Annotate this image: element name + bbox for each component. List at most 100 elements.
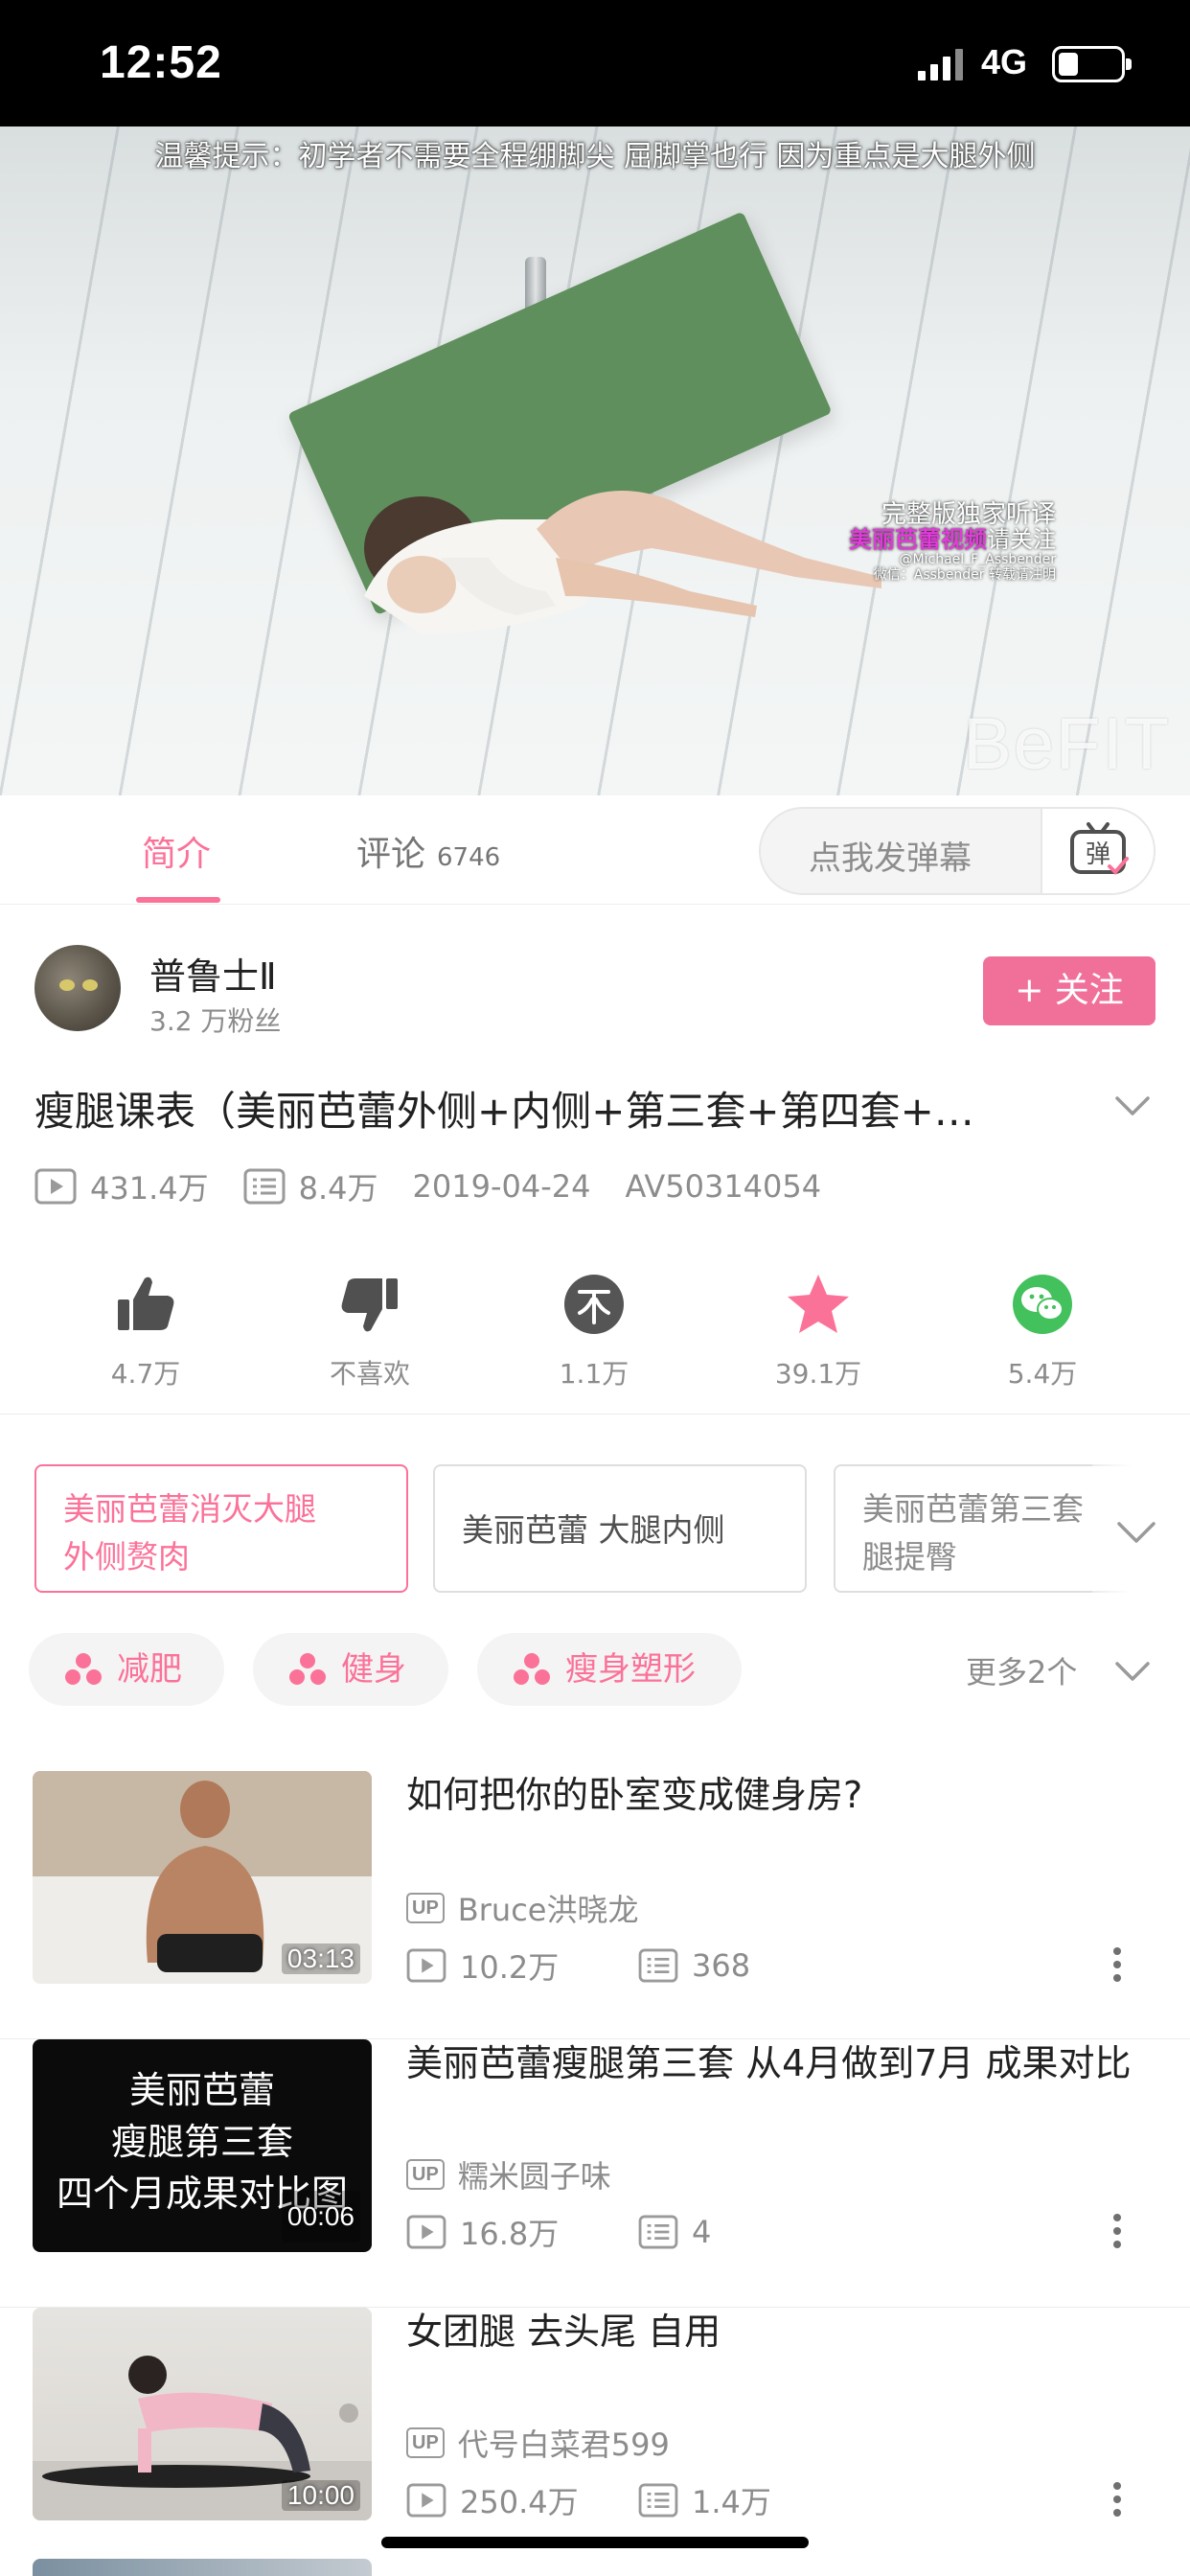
danmaku-char: 弹 xyxy=(1086,840,1110,869)
related-uploader-name: Bruce洪晓龙 xyxy=(457,1892,639,1928)
play-count-icon xyxy=(406,2483,446,2518)
uploader-name[interactable]: 普鲁士Ⅱ xyxy=(149,947,277,1000)
collection-card-1-line1: 美丽芭蕾消灭大腿 xyxy=(63,1490,316,1528)
duration-label: 00:06 xyxy=(281,2191,360,2242)
more-options-icon[interactable] xyxy=(1108,1944,1127,1986)
related-views: 16.8万 xyxy=(460,2216,560,2252)
related-video-2[interactable]: 美丽芭蕾 瘦腿第三套 四个月成果对比图 00:06 美丽芭蕾瘦腿第三套 从4月做… xyxy=(0,2039,1190,2308)
related-video-1[interactable]: 03:13 如何把你的卧室变成健身房? UP Bruce洪晓龙 10.2万 36… xyxy=(0,1771,1190,2039)
dislike-button[interactable]: 不喜欢 xyxy=(293,1271,446,1392)
collection-card-1[interactable]: 美丽芭蕾消灭大腿 外侧赘肉 xyxy=(34,1464,408,1593)
more-options-icon[interactable] xyxy=(1108,2210,1127,2252)
video-figure xyxy=(364,491,881,634)
related-danmaku: 368 xyxy=(692,1947,751,1984)
related-thumbnail[interactable]: 03:13 xyxy=(33,1771,372,1984)
detail-tabs: 简介 评论 6746 点我发弹幕 弹 xyxy=(0,795,1190,905)
video-player[interactable]: 温馨提示：初学者不需要全程绷脚尖 屈脚掌也行 因为重点是大腿外侧 完整版独家听译… xyxy=(0,126,1190,795)
home-indicator[interactable] xyxy=(381,2537,809,2548)
danmaku-input-box[interactable]: 点我发弹幕 弹 xyxy=(759,807,1156,895)
related-uploader[interactable]: UP 糯米圆子味 xyxy=(406,2152,611,2196)
chevron-down-icon[interactable] xyxy=(1113,1658,1152,1685)
status-time: 12:52 xyxy=(100,37,222,88)
channel-icon xyxy=(289,1653,326,1685)
related-meta: 10.2万 368 xyxy=(406,1944,750,1988)
related-uploader[interactable]: UP Bruce洪晓龙 xyxy=(406,1886,638,1930)
related-uploader-name: 代号白菜君599 xyxy=(457,2426,670,2463)
video-subtitle: 温馨提示：初学者不需要全程绷脚尖 屈脚掌也行 因为重点是大腿外侧 xyxy=(154,140,1036,173)
next-related-thumbnail[interactable] xyxy=(33,2559,372,2576)
watermark-line2-suffix: 请关注 xyxy=(987,526,1056,553)
share-count: 5.4万 xyxy=(1007,1358,1078,1390)
channel-icon xyxy=(65,1653,102,1685)
channel-pill-3[interactable]: 瘦身塑形 xyxy=(477,1633,742,1706)
watermark-line2: 美丽芭蕾视频 xyxy=(849,526,987,553)
tab-indicator xyxy=(136,897,220,903)
coin-button[interactable]: 1.1万 xyxy=(517,1271,671,1392)
chevron-down-icon[interactable] xyxy=(1115,1518,1157,1547)
video-title[interactable]: 瘦腿课表（美丽芭蕾外侧+内侧+第三套+第四套+… xyxy=(34,1079,1069,1138)
danmaku-count: 8.4万 xyxy=(298,1170,378,1207)
favorite-count: 39.1万 xyxy=(774,1358,862,1390)
related-danmaku: 4 xyxy=(692,2214,712,2250)
channel-pill-3-label: 瘦身塑形 xyxy=(565,1650,696,1689)
related-title[interactable]: 女团腿 去头尾 自用 xyxy=(406,2306,1134,2358)
danmaku-count-icon xyxy=(243,1168,286,1205)
more-options-icon[interactable] xyxy=(1108,2478,1127,2520)
related-thumbnail[interactable]: 10:00 xyxy=(33,2308,372,2520)
related-video-3[interactable]: 10:00 女团腿 去头尾 自用 UP 代号白菜君599 250.4万 1.4万 xyxy=(0,2308,1190,2576)
related-views: 10.2万 xyxy=(460,1949,560,1986)
channel-pill-1[interactable]: 减肥 xyxy=(29,1633,224,1706)
up-badge: UP xyxy=(406,2159,445,2190)
like-button[interactable]: 4.7万 xyxy=(69,1271,222,1392)
play-count-icon xyxy=(406,1948,446,1983)
thumbs-up-icon xyxy=(118,1276,174,1330)
action-row: 4.7万 不喜欢 1.1万 39.1万 5.4万 xyxy=(0,1271,1190,1414)
channel-pill-1-label: 减肥 xyxy=(117,1650,182,1689)
danmaku-count-icon xyxy=(638,2215,678,2249)
uploader-row: 普鲁士Ⅱ 3.2 万粉丝 + 关注 xyxy=(0,905,1190,1039)
comments-count: 6746 xyxy=(437,843,501,872)
signal-icon xyxy=(918,49,963,80)
wechat-icon xyxy=(1013,1275,1072,1334)
danmaku-input[interactable]: 点我发弹幕 xyxy=(809,832,972,879)
star-icon xyxy=(788,1275,849,1333)
tab-intro[interactable]: 简介 xyxy=(142,826,211,876)
up-badge: UP xyxy=(406,1893,445,1923)
related-title[interactable]: 如何把你的卧室变成健身房? xyxy=(406,1769,1134,1821)
tab-comments[interactable]: 评论 6746 xyxy=(356,826,500,876)
network-type: 4G xyxy=(981,42,1028,81)
thumbs-down-icon xyxy=(341,1278,398,1332)
danmaku-count-icon xyxy=(638,1948,678,1983)
channel-pill-2-label: 健身 xyxy=(341,1650,406,1689)
watermark-line3: @Michael_F_Assbender xyxy=(899,552,1056,567)
status-bar: 12:52 4G xyxy=(0,0,1190,126)
dislike-label: 不喜欢 xyxy=(329,1358,410,1390)
related-thumbnail[interactable]: 美丽芭蕾 瘦腿第三套 四个月成果对比图 00:06 xyxy=(33,2039,372,2252)
av-number: AV50314054 xyxy=(625,1168,822,1205)
more-channels-link[interactable]: 更多2个 xyxy=(966,1648,1077,1692)
like-count: 4.7万 xyxy=(110,1358,181,1390)
uploader-fans: 3.2 万粉丝 xyxy=(149,1005,282,1037)
befit-logo: BeFIT xyxy=(963,703,1171,785)
favorite-button[interactable]: 39.1万 xyxy=(742,1271,895,1392)
publish-date: 2019-04-24 xyxy=(412,1168,591,1205)
collection-card-2[interactable]: 美丽芭蕾 大腿内侧 xyxy=(433,1464,807,1593)
coin-count: 1.1万 xyxy=(559,1358,629,1390)
danmaku-count-icon xyxy=(638,2483,678,2518)
avatar[interactable] xyxy=(34,945,121,1031)
follow-button[interactable]: + 关注 xyxy=(983,956,1156,1025)
tab-comments-label: 评论 xyxy=(356,835,426,874)
play-count-icon xyxy=(34,1168,77,1205)
channel-pill-2[interactable]: 健身 xyxy=(253,1633,448,1706)
duration-label: 10:00 xyxy=(281,2480,360,2511)
battery-icon xyxy=(1052,46,1132,82)
view-count: 431.4万 xyxy=(90,1170,209,1207)
related-meta: 250.4万 1.4万 xyxy=(406,2478,771,2522)
related-title[interactable]: 美丽芭蕾瘦腿第三套 从4月做到7月 成果对比 xyxy=(406,2037,1134,2089)
watermark-line1: 完整版独家听译 xyxy=(881,500,1056,529)
share-button[interactable]: 5.4万 xyxy=(966,1271,1119,1392)
related-uploader[interactable]: UP 代号白菜君599 xyxy=(406,2421,670,2465)
danmaku-toggle-button[interactable]: 弹 xyxy=(1041,809,1154,893)
related-uploader-name: 糯米圆子味 xyxy=(457,2158,611,2195)
chevron-down-icon[interactable] xyxy=(1113,1092,1152,1119)
